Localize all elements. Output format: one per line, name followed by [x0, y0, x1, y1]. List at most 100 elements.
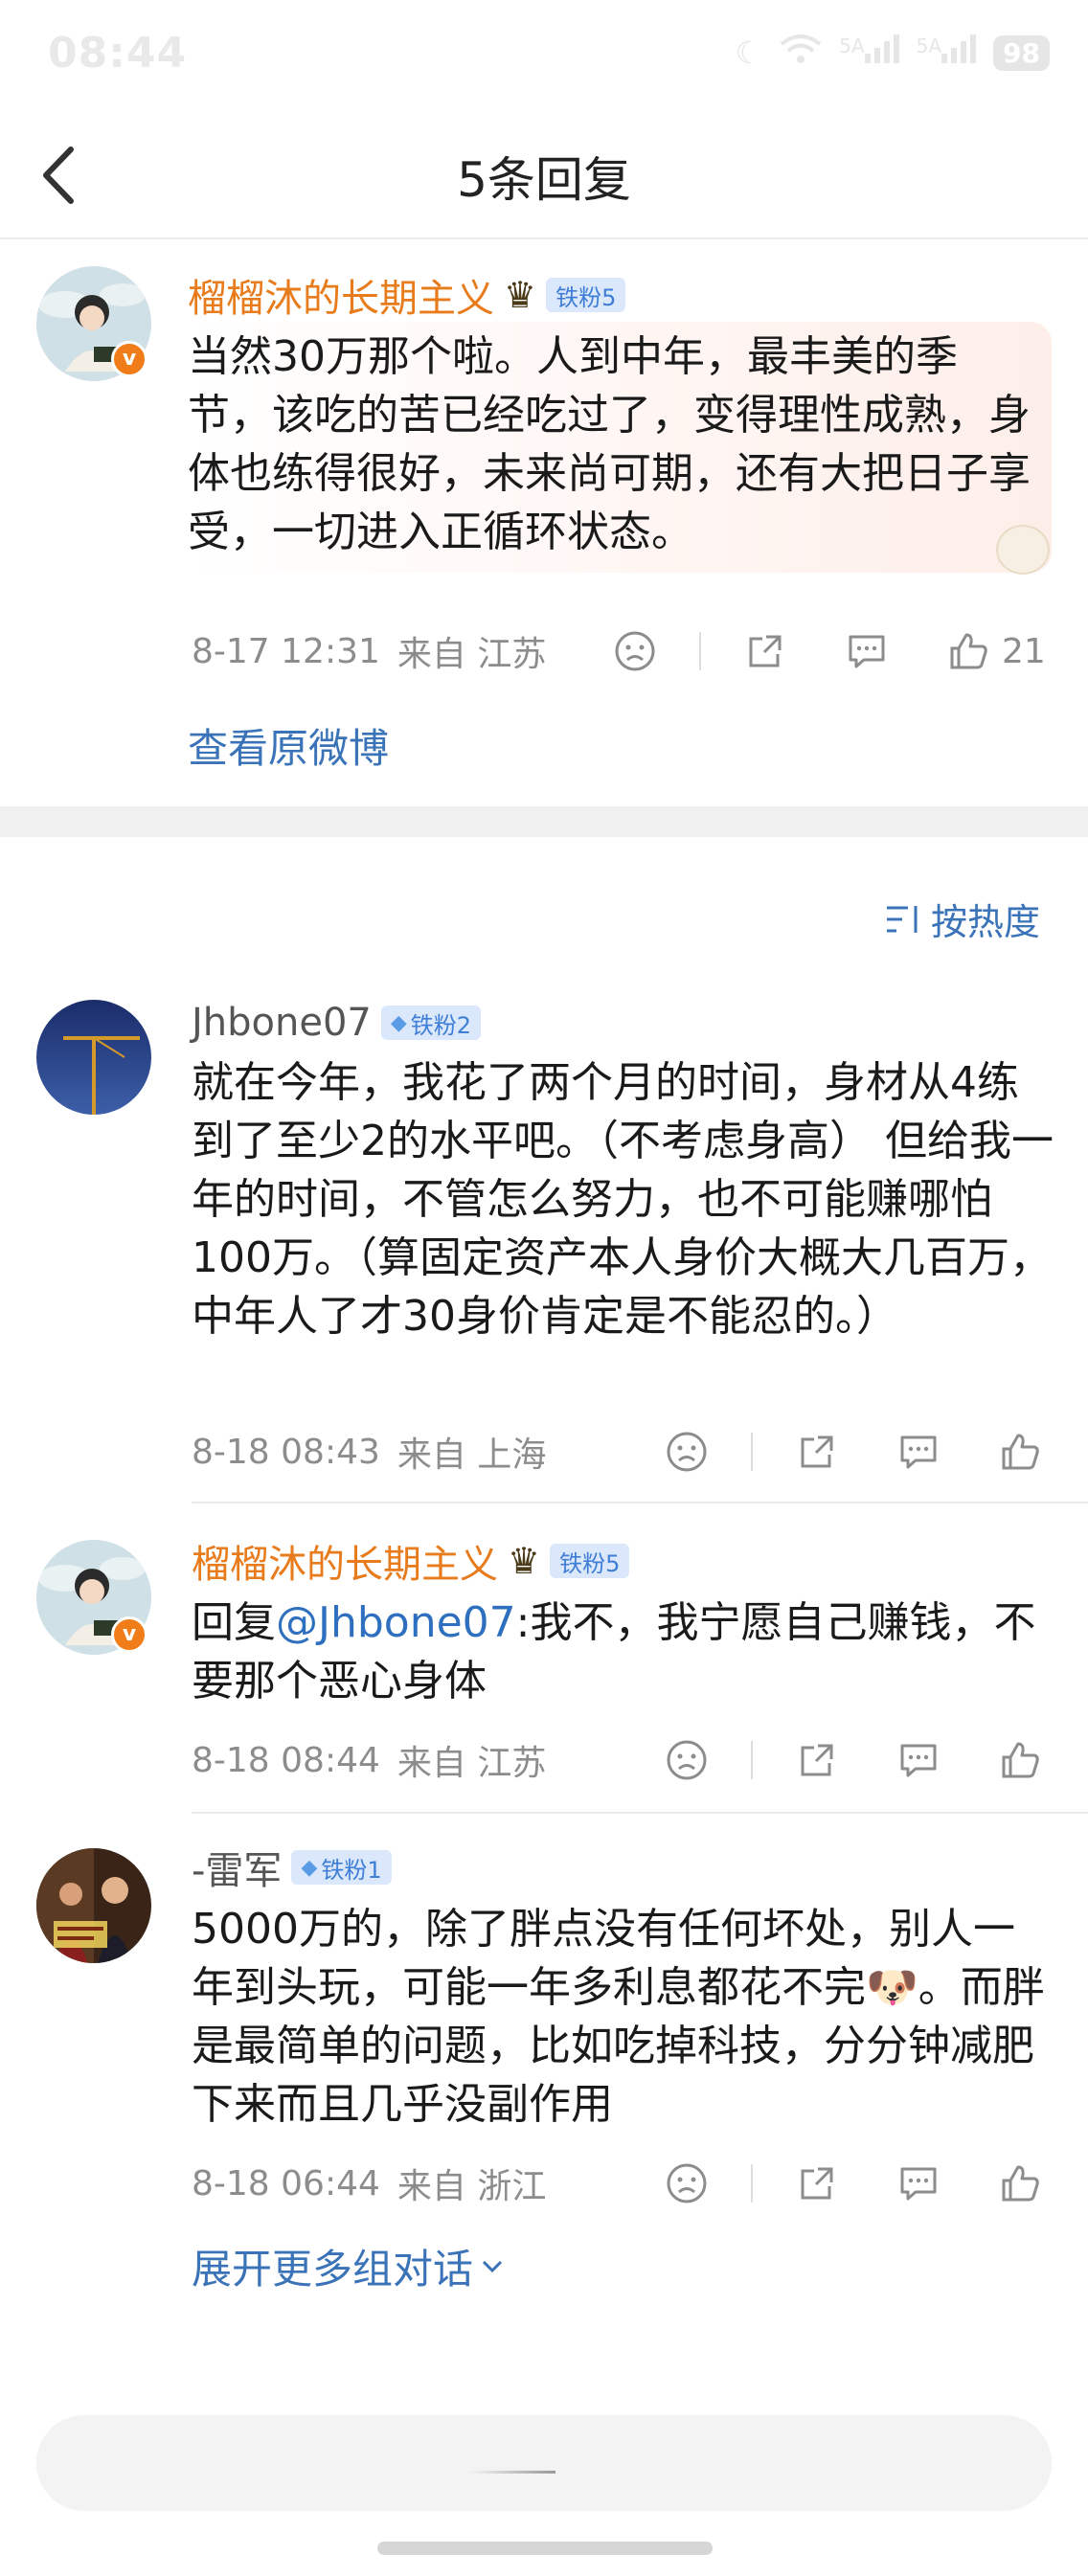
action-separator: [751, 1433, 753, 1471]
comment-input-bar[interactable]: [36, 2415, 1052, 2511]
reply-button[interactable]: [845, 629, 889, 673]
share-button[interactable]: [743, 629, 787, 673]
action-separator: [751, 2164, 753, 2203]
avatar[interactable]: [36, 1848, 151, 1963]
moon-icon: ☾: [735, 34, 763, 71]
chevron-down-icon: [482, 2260, 503, 2272]
reply-location: 来自 上海: [397, 1435, 547, 1475]
sad-face-icon: [667, 2163, 707, 2203]
home-indicator[interactable]: [377, 2542, 713, 2555]
comment-actions: 21: [613, 622, 1046, 680]
reply-button[interactable]: [896, 2161, 941, 2205]
share-button[interactable]: [795, 1738, 839, 1782]
like-button[interactable]: [998, 1738, 1042, 1782]
fan-badge-label: 铁粉5: [559, 1549, 621, 1577]
name-row: 榴榴沐的长期主义 ♛ 铁粉5: [192, 1533, 630, 1589]
fan-badge-label: 铁粉1: [321, 1856, 382, 1884]
reply-time: 8-18 08:44: [192, 1740, 380, 1780]
reply-text: 就在今年，我花了两个月的时间，身材从4练到了至少2的水平吧。（不考虑身高） 但给…: [192, 1058, 1054, 1341]
dislike-button[interactable]: [665, 2161, 709, 2205]
reply-meta: 8-18 08:43 来自 上海: [192, 1423, 546, 1480]
crown-icon: ♛: [504, 274, 537, 316]
action-separator: [751, 1741, 753, 1779]
view-original-link[interactable]: 查看原微博: [188, 716, 389, 775]
dislike-button[interactable]: [665, 1430, 709, 1474]
dislike-button[interactable]: [613, 629, 657, 673]
reply-text: 5000万的，除了胖点没有任何坏处，别人一年到头玩，可能一年多利息都花不完🐶。而…: [192, 1900, 1054, 2134]
signal-icon-2: 5A: [917, 34, 977, 71]
reply-actions: [665, 1423, 1042, 1480]
verified-badge: v: [111, 341, 147, 377]
comment-icon: [849, 635, 885, 668]
like-count: 21: [1002, 631, 1046, 671]
status-time: 08:44: [48, 29, 188, 78]
like-button[interactable]: [998, 1430, 1042, 1474]
thumbs-up-icon: [950, 633, 987, 669]
sad-face-icon: [667, 1432, 707, 1472]
reply-location: 来自 江苏: [397, 1744, 547, 1783]
reply-button[interactable]: [896, 1430, 941, 1474]
user-name[interactable]: Jhbone07: [192, 1001, 372, 1045]
verified-badge: v: [111, 1616, 147, 1653]
fan-badge[interactable]: 铁粉5: [546, 278, 626, 312]
share-icon: [801, 1435, 833, 1468]
share-button[interactable]: [795, 1430, 839, 1474]
like-button[interactable]: [998, 2161, 1042, 2205]
comment-icon: [900, 1744, 937, 1777]
reply-meta: 8-18 06:44 来自 浙江: [192, 2155, 546, 2212]
name-row: -雷军 ◆ 铁粉1: [192, 1841, 392, 1894]
dislike-button[interactable]: [665, 1738, 709, 1782]
wifi-icon: [780, 33, 822, 73]
share-icon: [749, 635, 782, 667]
sort-label: 按热度: [930, 901, 1040, 943]
page-header: 5条回复: [0, 113, 1088, 239]
status-icons: ☾ 5A 5A 98: [736, 33, 1050, 73]
reply-text: 回复@Jhbone07:我不，我宁愿自己赚钱，不要那个恶心身体: [192, 1593, 1054, 1710]
user-name[interactable]: 榴榴沐的长期主义: [188, 267, 494, 323]
expand-more-label: 展开更多组对话: [192, 2246, 474, 2293]
name-row: Jhbone07 ◆ 铁粉2: [192, 996, 482, 1050]
comment-text: 当然30万那个啦。人到中年，最丰美的季节，该吃的苦已经吃过了，变得理性成熟，身体…: [188, 332, 1031, 556]
share-icon: [801, 2167, 833, 2200]
name-row: 榴榴沐的长期主义 ♛ 铁粉5: [188, 267, 626, 323]
fan-badge-label: 铁粉2: [410, 1011, 472, 1039]
sort-toggle[interactable]: 按热度: [885, 893, 1040, 945]
text-cursor: [469, 2471, 555, 2474]
user-name[interactable]: 榴榴沐的长期主义: [192, 1533, 498, 1589]
battery-indicator: 98: [993, 34, 1050, 71]
mention-link[interactable]: @Jhbone07: [276, 1598, 516, 1647]
fan-badge[interactable]: ◆ 铁粉2: [380, 1006, 482, 1040]
fan-badge[interactable]: ◆ 铁粉1: [291, 1850, 392, 1885]
crown-icon: ♛: [508, 1540, 541, 1582]
avatar[interactable]: [36, 1000, 151, 1115]
reply-divider: [192, 1502, 1088, 1503]
thumbs-up-icon: [1002, 2165, 1039, 2202]
diamond-icon: ◆: [390, 1010, 407, 1035]
reply-prefix: 回复: [192, 1598, 276, 1647]
page-title: 5条回复: [457, 152, 631, 208]
signal-icon-1: 5A: [839, 34, 899, 71]
sad-face-icon: [615, 631, 655, 671]
thumbs-up-icon: [1002, 1742, 1039, 1778]
reply-actions: [665, 2155, 1042, 2212]
doge-emoji-icon: 🐶: [866, 1963, 918, 2012]
reply-location: 来自 浙江: [397, 2167, 547, 2206]
reply-button[interactable]: [896, 1738, 941, 1782]
fan-badge[interactable]: 铁粉5: [550, 1544, 630, 1578]
reply-time: 8-18 08:43: [192, 1432, 380, 1472]
reply-divider: [192, 1812, 1088, 1814]
section-divider: [0, 806, 1088, 837]
reply-time: 8-18 06:44: [192, 2163, 380, 2203]
diamond-icon: ◆: [301, 1855, 318, 1880]
thumbs-up-icon: [1002, 1434, 1039, 1470]
like-button[interactable]: 21: [946, 629, 1046, 673]
user-name[interactable]: -雷军: [192, 1840, 282, 1895]
comment-location: 来自 江苏: [397, 635, 547, 674]
expand-more-link[interactable]: 展开更多组对话: [192, 2237, 506, 2295]
signal-label-1: 5A: [839, 34, 865, 57]
comment-meta: 8-17 12:31 来自 江苏: [192, 622, 546, 680]
reply-meta: 8-18 08:44 来自 江苏: [192, 1731, 546, 1789]
share-button[interactable]: [795, 2161, 839, 2205]
comment-icon: [900, 1435, 937, 1469]
action-separator: [699, 632, 701, 670]
